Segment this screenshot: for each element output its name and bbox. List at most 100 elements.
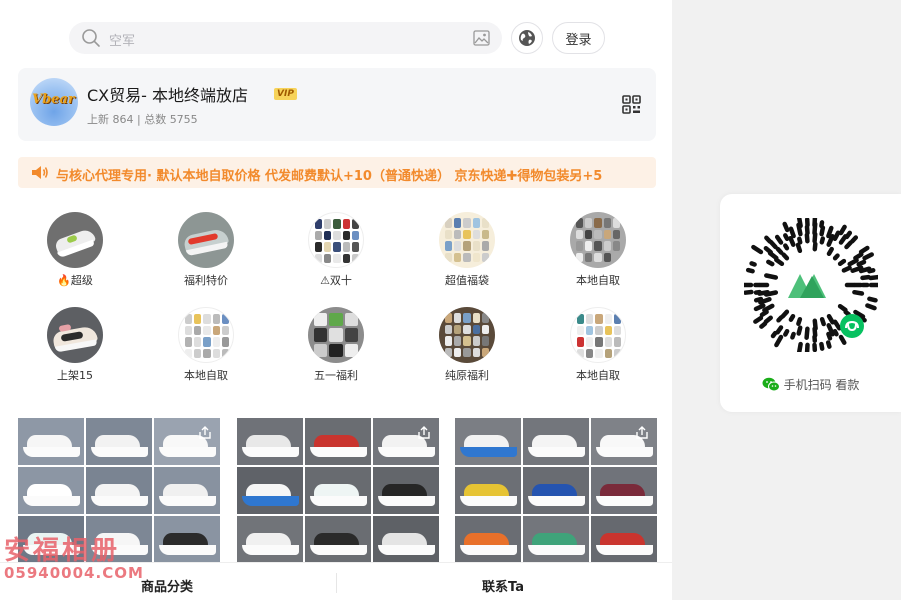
code-stroke	[819, 316, 826, 327]
code-stroke	[764, 273, 779, 280]
category-item[interactable]: 超值福袋	[407, 212, 527, 288]
product-grid-thumb	[577, 314, 621, 358]
code-stroke	[776, 315, 784, 323]
code-stroke	[819, 220, 825, 229]
code-stroke	[843, 309, 851, 317]
language-button[interactable]	[511, 22, 543, 54]
code-stroke	[783, 328, 790, 337]
notice-text: 与核心代理专用· 默认本地自取价格 代发邮费默认+10（普通快递） 京东快递✚得…	[56, 169, 603, 184]
category-item[interactable]: 上架15	[15, 307, 135, 383]
scan-hint-text: 手机扫码 看款	[783, 378, 860, 392]
product-grid-thumb	[445, 218, 489, 262]
category-item[interactable]: 福利特价	[146, 212, 266, 288]
code-stroke	[780, 309, 790, 319]
vip-badge: VIP	[274, 88, 297, 100]
code-stroke	[790, 331, 796, 340]
image-search-icon[interactable]	[473, 30, 490, 46]
product-grid-thumb	[185, 314, 229, 358]
code-stroke	[770, 330, 778, 339]
code-stroke	[753, 315, 764, 324]
product-card[interactable]	[455, 418, 657, 563]
category-item[interactable]: 本地自取	[538, 212, 658, 288]
share-icon[interactable]	[198, 426, 212, 440]
code-stroke	[832, 253, 840, 261]
code-stroke	[838, 334, 847, 345]
category-item[interactable]: 本地自取	[538, 307, 658, 383]
code-stroke	[796, 316, 803, 326]
code-stroke	[825, 340, 832, 349]
code-stroke	[774, 257, 785, 267]
watermark-title: 安福相册	[4, 536, 121, 566]
qr-code-icon[interactable]	[622, 95, 641, 114]
code-stroke	[763, 315, 773, 324]
code-stroke	[852, 289, 865, 296]
notice-bar: 与核心代理专用· 默认本地自取价格 代发邮费默认+10（普通快递） 京东快递✚得…	[18, 157, 656, 188]
code-stroke	[753, 296, 764, 303]
code-stroke	[832, 328, 839, 337]
tab-contact[interactable]: 联系Ta	[482, 576, 524, 595]
category-label: 五一福利	[314, 369, 358, 382]
code-stroke	[759, 321, 768, 329]
code-stroke	[867, 296, 878, 303]
code-stroke	[775, 325, 784, 335]
code-stroke	[782, 221, 790, 233]
code-stroke	[826, 313, 835, 325]
category-label: 超值福袋	[445, 274, 489, 287]
code-stroke	[826, 331, 833, 341]
product-grid-thumb	[314, 313, 358, 357]
code-stroke	[804, 232, 810, 244]
category-item[interactable]: ⚠双十	[276, 212, 396, 288]
code-stroke	[837, 303, 848, 313]
tab-divider	[336, 573, 337, 593]
category-thumb	[439, 307, 495, 363]
code-stroke	[753, 303, 766, 312]
store-stats: 上新 864 | 总数 5755	[87, 113, 198, 126]
category-thumb	[439, 212, 495, 268]
category-item[interactable]: 本地自取	[146, 307, 266, 383]
store-logo-text: Vbear	[32, 92, 75, 107]
product-card[interactable]	[237, 418, 439, 563]
code-stroke	[796, 325, 803, 336]
code-stroke	[774, 334, 784, 348]
category-thumb	[570, 307, 626, 363]
category-item[interactable]: 纯原福利	[407, 307, 527, 383]
code-stroke	[838, 224, 847, 236]
category-thumb	[308, 212, 364, 268]
share-icon[interactable]	[417, 426, 431, 440]
category-item[interactable]: 🔥超级	[15, 212, 135, 288]
code-stroke	[832, 319, 842, 331]
wechat-icon	[762, 377, 780, 392]
code-stroke	[819, 236, 826, 245]
code-stroke	[858, 245, 870, 255]
category-label: 上架15	[57, 369, 93, 382]
code-stroke	[753, 289, 762, 295]
code-stroke	[865, 303, 877, 311]
code-stroke	[826, 225, 834, 239]
code-stroke	[796, 218, 803, 229]
tab-product-categories[interactable]: 商品分类	[141, 576, 193, 595]
category-item[interactable]: 五一福利	[276, 307, 396, 383]
code-stroke	[819, 341, 825, 351]
share-icon[interactable]	[635, 426, 649, 440]
code-stroke	[797, 236, 803, 245]
category-label: 本地自取	[576, 369, 620, 382]
code-stroke	[844, 240, 853, 250]
code-stroke	[868, 274, 878, 281]
login-button[interactable]: 登录	[552, 22, 605, 54]
store-card[interactable]: Vbear CX贸易- 本地终端放店 VIP 上新 864 | 总数 5755	[18, 68, 656, 141]
code-stroke	[812, 326, 818, 338]
code-stroke	[849, 235, 859, 244]
category-thumb	[47, 307, 103, 363]
code-stroke	[745, 267, 755, 274]
code-stroke	[860, 274, 871, 281]
code-stroke	[847, 258, 859, 267]
code-stroke	[763, 246, 773, 255]
code-stroke	[856, 259, 867, 267]
code-stroke	[841, 265, 852, 273]
code-stroke	[826, 246, 834, 257]
mini-program-qr-card: 手机扫码 看款	[720, 194, 901, 412]
code-stroke	[783, 243, 790, 251]
category-label: 纯原福利	[445, 369, 489, 382]
search-input[interactable]: 空军	[69, 22, 502, 54]
search-icon	[82, 29, 100, 47]
